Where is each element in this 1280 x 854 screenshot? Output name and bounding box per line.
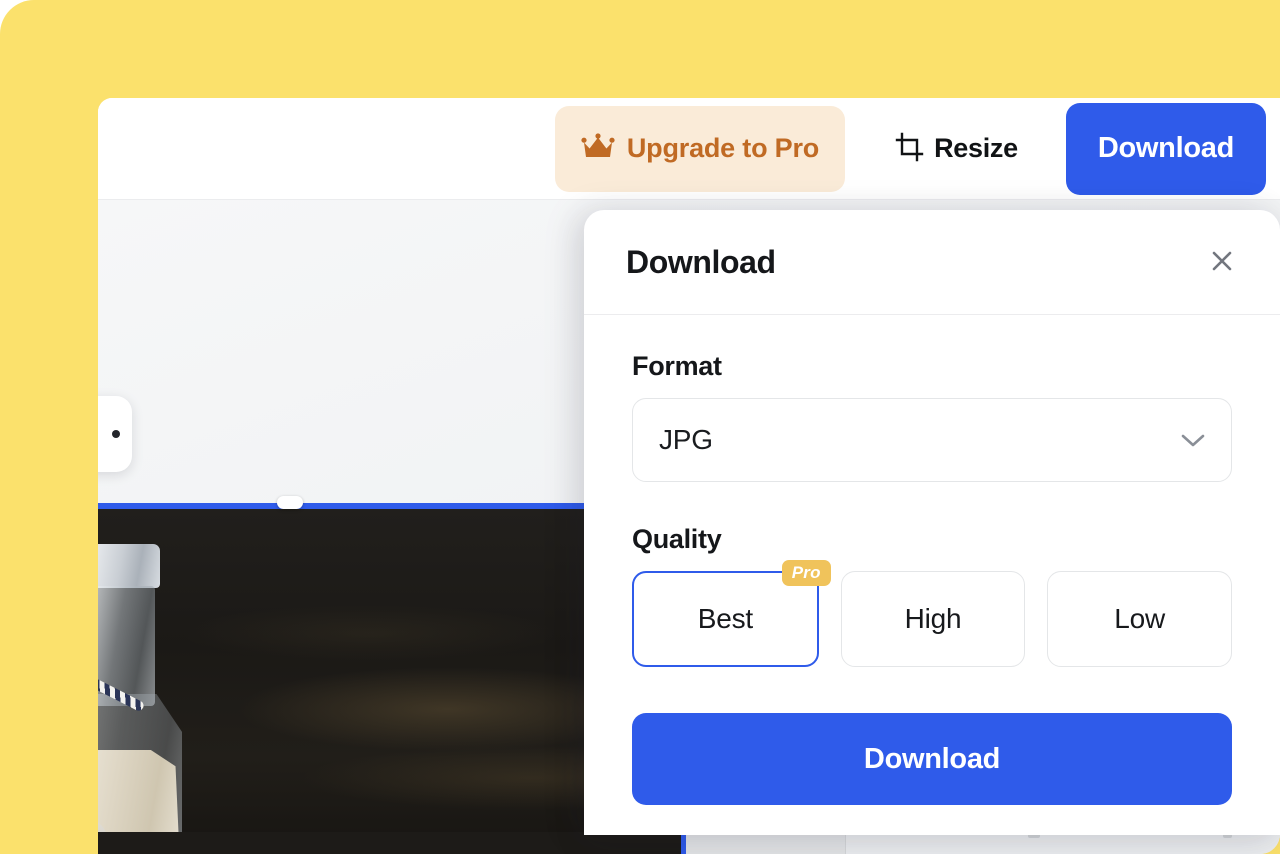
crown-icon: [581, 133, 615, 164]
top-toolbar: Upgrade to Pro Resize Download: [98, 98, 1280, 200]
floating-tool-card[interactable]: [98, 396, 132, 472]
chevron-down-icon: [1179, 431, 1207, 449]
bottom-photo-edge: [98, 832, 681, 854]
quality-option-best[interactable]: Best Pro: [632, 560, 831, 667]
quality-option-high-label: High: [904, 603, 962, 634]
quality-option-low-label: Low: [1114, 603, 1166, 634]
bottom-toolbar-segment-left[interactable]: [686, 832, 846, 854]
upgrade-to-pro-button[interactable]: Upgrade to Pro: [554, 105, 846, 192]
download-button-toolbar[interactable]: Download: [1065, 102, 1266, 195]
quality-options: Best Pro High Low: [632, 560, 1233, 667]
promo-card: Upgrade to Pro Resize Download Download …: [0, 0, 1280, 854]
tool-card-dot-icon: [112, 430, 120, 438]
bottle-cap: [98, 544, 160, 588]
modal-title: Download: [626, 243, 776, 280]
download-submit-button[interactable]: Download: [632, 713, 1232, 805]
format-label: Format: [632, 351, 722, 381]
bottom-toolbar-segment-right[interactable]: [846, 832, 1280, 854]
crop-resize-icon: [895, 132, 925, 165]
quality-option-low[interactable]: Low: [1047, 571, 1233, 667]
quality-option-high[interactable]: High: [840, 571, 1026, 667]
bottom-strip: [98, 832, 1280, 854]
modal-footer: Download: [584, 667, 1280, 805]
close-icon: [1207, 246, 1237, 279]
resize-button[interactable]: Resize: [871, 106, 1042, 192]
quality-option-best-label: Best: [697, 603, 753, 634]
download-modal: Download Format JPG Quality Best Pro Hig…: [584, 210, 1280, 835]
crop-handle-top[interactable]: [277, 496, 303, 509]
resize-label: Resize: [934, 133, 1018, 163]
format-selected-value: JPG: [659, 424, 713, 455]
modal-header: Download: [584, 210, 1280, 315]
format-select[interactable]: JPG: [632, 398, 1232, 482]
quality-label: Quality: [632, 524, 722, 554]
close-button[interactable]: [1202, 242, 1242, 282]
milk-bottle-subject: [98, 544, 190, 854]
pro-badge: Pro: [781, 560, 831, 586]
modal-body: Format JPG Quality Best Pro High Low: [584, 315, 1280, 667]
upgrade-to-pro-label: Upgrade to Pro: [626, 133, 820, 163]
